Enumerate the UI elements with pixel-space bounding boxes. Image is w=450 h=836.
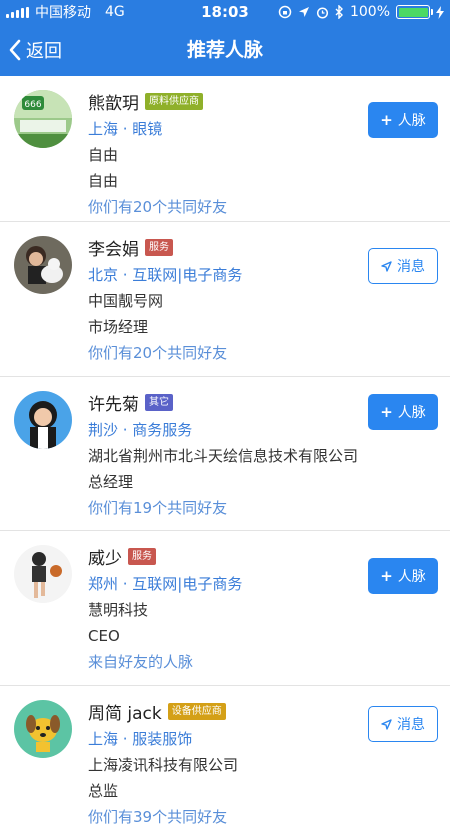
person-info: 周简 jack 设备供应商 上海 · 服装服饰 上海凌讯科技有限公司 总监 你们… xyxy=(88,698,358,828)
person-name: 许先菊 xyxy=(88,394,139,415)
avatar xyxy=(14,545,72,603)
person-card[interactable]: 许先菊 其它 荆沙 · 商务服务 湖北省荆州市北斗天绘信息技术有限公司 总经理 … xyxy=(0,377,450,531)
person-title: 总经理 xyxy=(88,473,134,491)
person-location: 荆沙 · 商务服务 xyxy=(88,421,193,439)
name-row: 李会娟 服务 xyxy=(88,234,358,260)
person-card[interactable]: 李会娟 服务 北京 · 互联网|电子商务 中国靓号网 市场经理 你们有20个共同… xyxy=(0,222,450,377)
send-icon xyxy=(381,718,392,730)
person-name: 周简 jack xyxy=(88,703,162,724)
mutual-friends[interactable]: 你们有39个共同好友 xyxy=(88,806,358,828)
person-company: 湖北省荆州市北斗天绘信息技术有限公司 xyxy=(88,447,359,465)
person-name: 李会娟 xyxy=(88,239,139,260)
charging-icon xyxy=(436,5,444,19)
person-title: 市场经理 xyxy=(88,318,149,336)
person-card[interactable]: 666 熊歆玥 原料供应商 上海 · 眼镜 自由 自由 你们有20个共同好友 +… xyxy=(0,76,450,222)
person-title: CEO xyxy=(88,627,120,645)
person-tag: 设备供应商 xyxy=(167,702,226,720)
person-company: 上海凌讯科技有限公司 xyxy=(88,756,239,774)
person-title: 自由 xyxy=(88,172,119,190)
add-contact-label: 人脉 xyxy=(397,405,426,421)
status-right: 100% xyxy=(278,0,444,24)
message-button[interactable]: 消息 xyxy=(368,248,438,284)
name-row: 许先菊 其它 xyxy=(88,389,358,415)
back-label: 返回 xyxy=(26,41,62,62)
name-row: 周简 jack 设备供应商 xyxy=(88,698,358,724)
plus-icon: + xyxy=(380,111,393,129)
location-icon xyxy=(298,7,309,17)
person-title: 总监 xyxy=(88,782,119,800)
person-company: 自由 xyxy=(88,146,119,164)
person-location: 北京 · 互联网|电子商务 xyxy=(88,266,243,284)
status-bar: 中国移动 4G 18:03 100% xyxy=(0,0,450,24)
person-info: 熊歆玥 原料供应商 上海 · 眼镜 自由 自由 你们有20个共同好友 xyxy=(88,88,358,218)
battery-percent: 100% xyxy=(349,4,390,20)
alarm-icon xyxy=(316,6,329,19)
battery-icon xyxy=(396,5,433,19)
person-company: 中国靓号网 xyxy=(88,292,164,310)
person-info: 李会娟 服务 北京 · 互联网|电子商务 中国靓号网 市场经理 你们有20个共同… xyxy=(88,234,358,364)
add-contact-label: 人脉 xyxy=(397,113,426,129)
plus-icon: + xyxy=(380,403,393,421)
person-tag: 服务 xyxy=(145,238,173,256)
nav-bar: 返回 推荐人脉 xyxy=(0,24,450,76)
rotation-lock-icon xyxy=(278,5,292,19)
avatar: 666 xyxy=(14,90,72,148)
person-card[interactable]: 威少 服务 郑州 · 互联网|电子商务 慧明科技 CEO 来自好友的人脉 + 人… xyxy=(0,531,450,686)
chevron-left-icon xyxy=(9,39,21,61)
add-contact-button[interactable]: + 人脉 xyxy=(368,394,438,430)
name-row: 威少 服务 xyxy=(88,543,358,569)
person-info: 威少 服务 郑州 · 互联网|电子商务 慧明科技 CEO 来自好友的人脉 xyxy=(88,543,358,673)
person-location: 郑州 · 互联网|电子商务 xyxy=(88,575,243,593)
avatar xyxy=(14,391,72,449)
person-location: 上海 · 眼镜 xyxy=(88,120,163,138)
message-button[interactable]: 消息 xyxy=(368,706,438,742)
avatar xyxy=(14,236,72,294)
mutual-friends[interactable]: 你们有19个共同好友 xyxy=(88,497,358,519)
mutual-friends[interactable]: 你们有20个共同好友 xyxy=(88,196,358,218)
page-title: 推荐人脉 xyxy=(186,39,263,61)
add-contact-button[interactable]: + 人脉 xyxy=(368,558,438,594)
mutual-friends[interactable]: 来自好友的人脉 xyxy=(88,651,358,673)
person-tag: 原料供应商 xyxy=(145,92,203,110)
person-tag: 其它 xyxy=(145,393,173,411)
person-location: 上海 · 服装服饰 xyxy=(88,730,193,748)
bluetooth-icon xyxy=(335,5,343,19)
avatar xyxy=(14,700,72,758)
name-row: 熊歆玥 原料供应商 xyxy=(88,88,358,114)
back-button[interactable]: 返回 xyxy=(8,24,62,76)
svg-text:666: 666 xyxy=(24,100,41,110)
mutual-friends[interactable]: 你们有20个共同好友 xyxy=(88,342,358,364)
send-icon xyxy=(381,260,392,272)
plus-icon: + xyxy=(380,567,393,585)
person-name: 熊歆玥 xyxy=(88,93,139,114)
add-contact-label: 人脉 xyxy=(397,569,426,585)
person-name: 威少 xyxy=(88,548,122,569)
message-label: 消息 xyxy=(397,259,425,275)
message-label: 消息 xyxy=(397,717,425,733)
person-card[interactable]: 周简 jack 设备供应商 上海 · 服装服饰 上海凌讯科技有限公司 总监 你们… xyxy=(0,686,450,836)
add-contact-button[interactable]: + 人脉 xyxy=(368,102,438,138)
person-company: 慧明科技 xyxy=(88,601,149,619)
person-info: 许先菊 其它 荆沙 · 商务服务 湖北省荆州市北斗天绘信息技术有限公司 总经理 … xyxy=(88,389,358,519)
person-tag: 服务 xyxy=(128,547,156,565)
